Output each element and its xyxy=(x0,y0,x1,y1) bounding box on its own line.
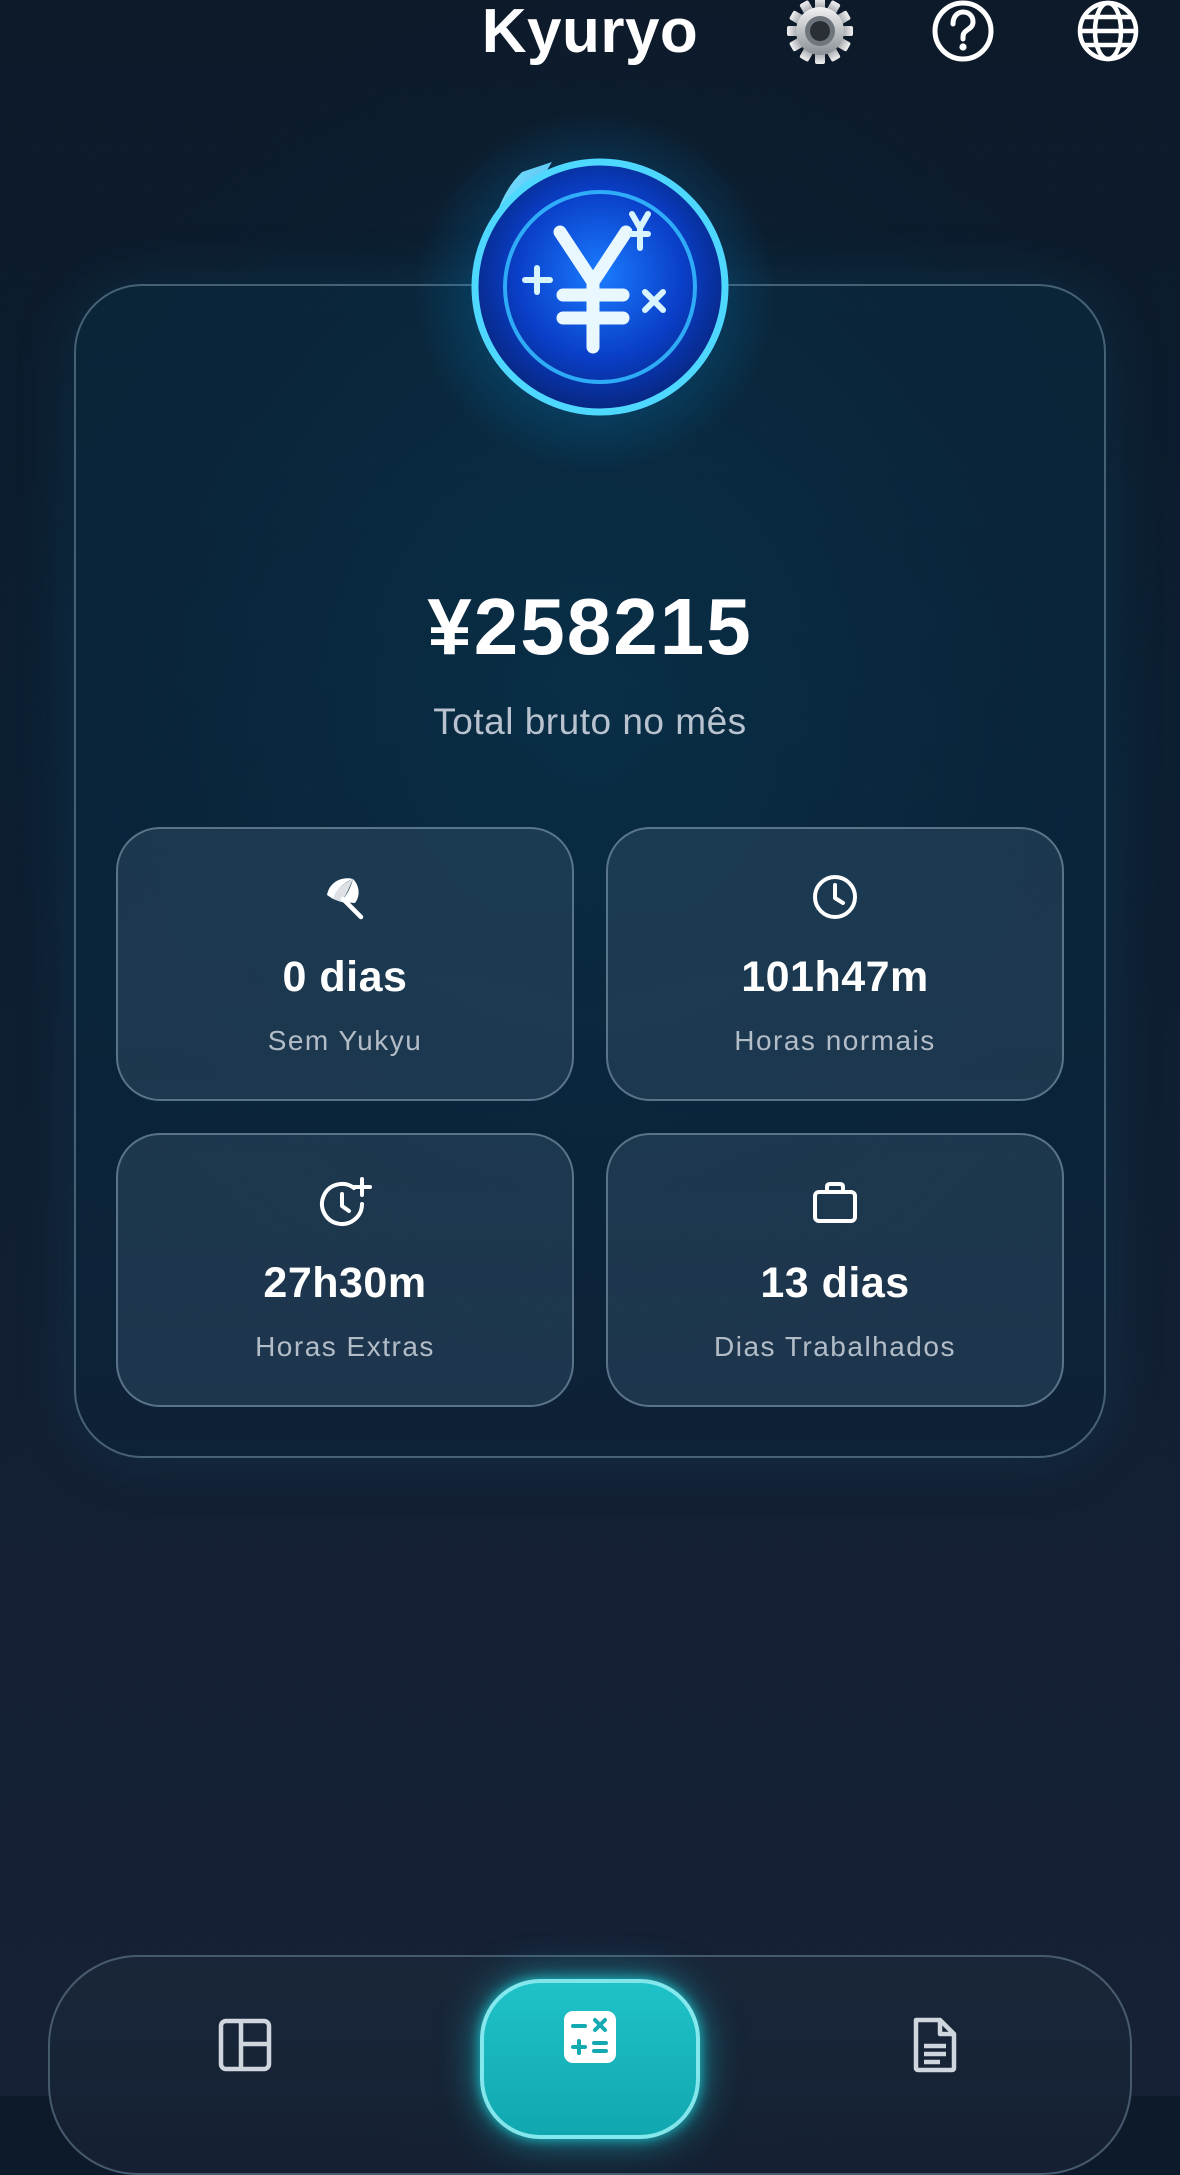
stat-label: Horas normais xyxy=(734,1025,936,1056)
nav-dashboard-button[interactable] xyxy=(200,2010,290,2080)
document-icon xyxy=(913,2017,957,2073)
stat-card-overtime[interactable]: 27h30m Horas Extras xyxy=(116,1133,574,1407)
stat-value: 13 dias xyxy=(760,1259,910,1307)
stat-value: 27h30m xyxy=(263,1259,427,1307)
calculator-icon xyxy=(564,2011,616,2063)
language-button[interactable] xyxy=(1073,0,1143,62)
stat-value: 101h47m xyxy=(741,953,929,1001)
app-logo xyxy=(410,112,780,472)
help-circle-icon xyxy=(932,0,994,62)
beach-umbrella-icon xyxy=(327,878,364,920)
clock-icon xyxy=(813,875,857,919)
gear-icon xyxy=(787,0,853,64)
stat-label: Horas Extras xyxy=(255,1331,435,1362)
nav-documents-button[interactable] xyxy=(890,2010,980,2080)
stat-card-days-worked[interactable]: 13 dias Dias Trabalhados xyxy=(606,1133,1064,1407)
stat-card-normal-hours[interactable]: 101h47m Horas normais xyxy=(606,827,1064,1101)
stat-label: Sem Yukyu xyxy=(267,1025,423,1056)
gross-total-label: Total bruto no mês xyxy=(433,701,747,742)
yen-coin-logo xyxy=(471,158,729,416)
globe-icon xyxy=(1077,0,1139,62)
help-button[interactable] xyxy=(928,0,998,62)
stat-card-yukyu[interactable]: 0 dias Sem Yukyu xyxy=(116,827,574,1101)
briefcase-icon xyxy=(813,1182,857,1223)
settings-button[interactable] xyxy=(785,0,855,64)
dashboard-icon xyxy=(218,2018,272,2072)
stat-value: 0 dias xyxy=(282,953,408,1001)
stat-label: Dias Trabalhados xyxy=(714,1331,956,1362)
gross-total-value: ¥258215 xyxy=(427,582,753,671)
nav-calculator-button[interactable] xyxy=(480,1979,700,2139)
clock-plus-icon xyxy=(320,1177,372,1226)
app-title: Kyuryo xyxy=(481,0,699,66)
